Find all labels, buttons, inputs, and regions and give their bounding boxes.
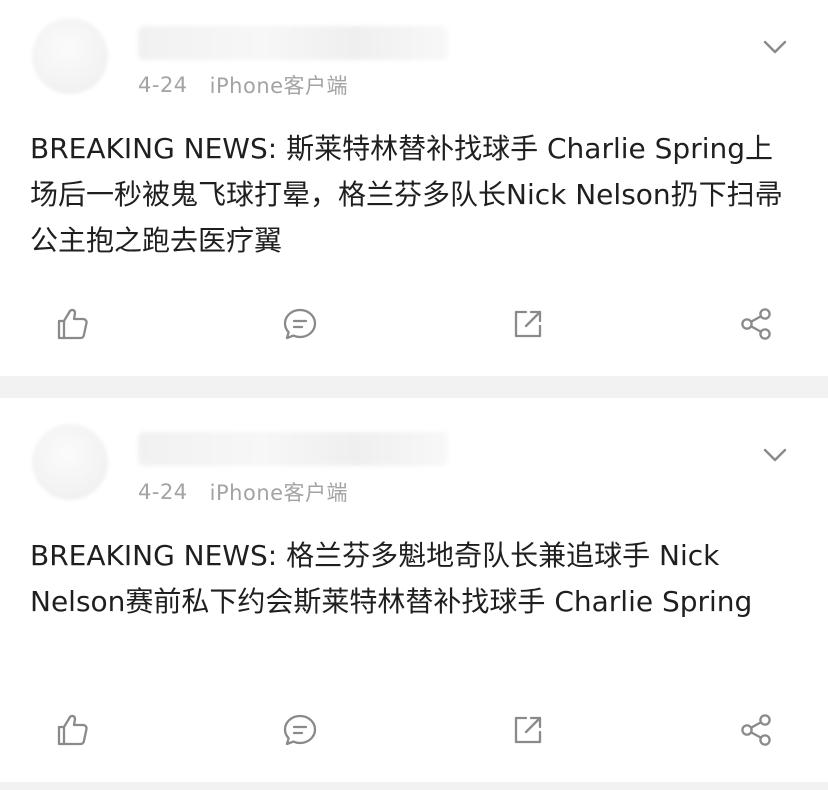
post-content[interactable]: BREAKING NEWS: 斯莱特林替补找球手 Charlie Spring上… [30, 126, 800, 264]
comment-button[interactable] [278, 708, 322, 752]
thumbs-up-icon [57, 308, 88, 340]
post-card[interactable]: 4-24 iPhone客户端 BREAKING NEWS: 格兰芬多魁地奇队长兼… [0, 398, 828, 782]
chevron-down-icon[interactable] [762, 34, 788, 60]
comment-icon [283, 714, 317, 746]
like-button[interactable] [50, 708, 94, 752]
repost-icon [514, 716, 542, 744]
share-icon [741, 308, 771, 340]
repost-button[interactable] [506, 302, 550, 346]
thumbs-up-icon [57, 714, 88, 746]
share-icon [741, 714, 771, 746]
avatar[interactable] [32, 18, 108, 94]
comment-button[interactable] [278, 302, 322, 346]
post-meta: 4-24 iPhone客户端 [138, 477, 348, 507]
avatar[interactable] [32, 424, 108, 500]
post-meta: 4-24 iPhone客户端 [138, 70, 348, 100]
post-time: 4-24 [138, 73, 188, 97]
username-blurred[interactable] [138, 432, 448, 466]
share-button[interactable] [734, 708, 778, 752]
username-blurred[interactable] [138, 26, 448, 60]
post-source: iPhone客户端 [209, 74, 349, 98]
comment-icon [283, 308, 317, 340]
post-card[interactable]: 4-24 iPhone客户端 BREAKING NEWS: 斯莱特林替补找球手 … [0, 0, 828, 376]
action-bar [0, 302, 828, 346]
share-button[interactable] [734, 302, 778, 346]
like-button[interactable] [50, 302, 94, 346]
repost-icon [514, 310, 542, 338]
post-content[interactable]: BREAKING NEWS: 格兰芬多魁地奇队长兼追球手 Nick Nelson… [30, 533, 800, 625]
chevron-down-icon[interactable] [762, 442, 788, 468]
post-time: 4-24 [138, 480, 188, 504]
repost-button[interactable] [506, 708, 550, 752]
post-source: iPhone客户端 [209, 481, 349, 505]
action-bar [0, 708, 828, 752]
weibo-feed: 4-24 iPhone客户端 BREAKING NEWS: 斯莱特林替补找球手 … [0, 0, 828, 790]
